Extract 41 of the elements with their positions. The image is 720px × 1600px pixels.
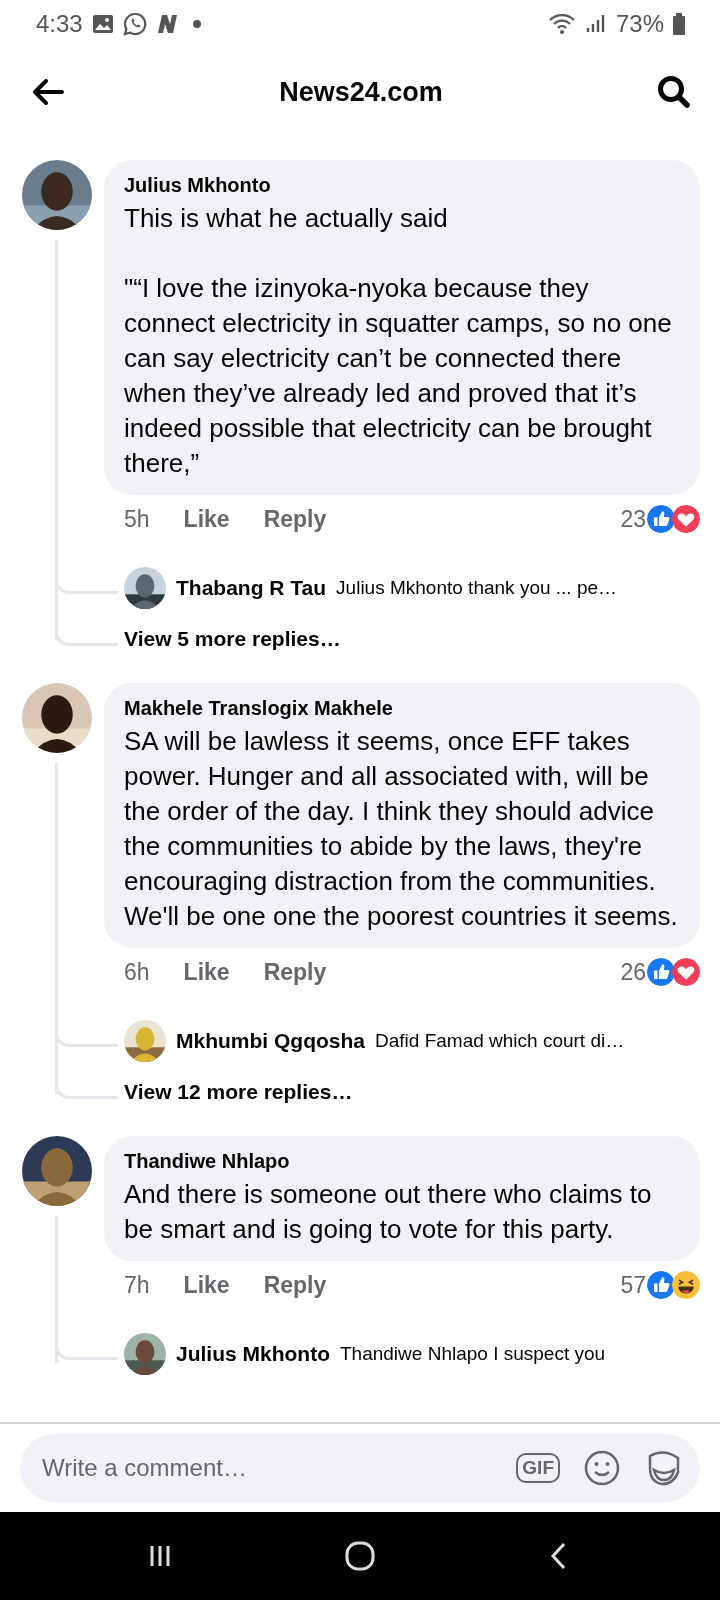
reply-text: Dafid Famad which court di… bbox=[375, 1030, 625, 1052]
reaction-count: 57 bbox=[620, 1271, 646, 1299]
like-icon bbox=[647, 1271, 675, 1299]
page-title: News24.com bbox=[279, 76, 443, 108]
reaction-count: 23 bbox=[620, 505, 646, 533]
reply-button[interactable]: Reply bbox=[263, 958, 327, 986]
reply-author[interactable]: Julius Mkhonto bbox=[176, 1342, 330, 1366]
comment-field[interactable]: Write a comment… GIF bbox=[20, 1434, 700, 1502]
comment-text: This is what he actually said "“I love the izinyoka-nyoka because they connect electricity in squatter camps, so no one can say electricity can’t be connected there when they’ve already led and proved that it’s indeed possible that electricity can be brought there,” bbox=[124, 202, 673, 480]
reply-text: Thandiwe Nhlapo I suspect you bbox=[340, 1343, 606, 1365]
like-icon bbox=[647, 505, 675, 533]
comment-time: 6h bbox=[124, 958, 150, 986]
image-icon bbox=[90, 12, 115, 36]
comment-time: 7h bbox=[124, 1271, 150, 1299]
comment-author[interactable]: Thandiwe Nhlapo bbox=[124, 1150, 678, 1173]
comment-text: SA will be lawless it seems, once EFF takes power. Hunger and all associated with, will be the order of the day. I think they should advice the communities to abide by the laws, they're encouraging distraction from the communities. We'll be one one the poorest countries it seems. bbox=[124, 725, 678, 933]
reply-author[interactable]: Mkhumbi Qgqosha bbox=[176, 1029, 365, 1053]
reply-button[interactable]: Reply bbox=[263, 1271, 327, 1299]
chat-bubble-icon bbox=[122, 12, 147, 36]
like-button[interactable]: Like bbox=[183, 1271, 230, 1299]
gif-button[interactable]: GIF bbox=[516, 1453, 560, 1483]
comment-author[interactable]: Makhele Translogix Makhele bbox=[124, 697, 678, 720]
comment-time: 5h bbox=[124, 505, 150, 533]
view-more-replies-link[interactable]: View 12 more replies… bbox=[124, 1078, 353, 1106]
dot-icon bbox=[192, 20, 201, 28]
reply-text: Julius Mkhonto thank you ... pe… bbox=[336, 577, 618, 599]
reply-author[interactable]: Thabang R Tau bbox=[176, 576, 327, 600]
reaction-count: 26 bbox=[620, 958, 646, 986]
like-icon bbox=[647, 958, 675, 986]
status-time: 4:33 bbox=[36, 10, 83, 38]
comment-author[interactable]: Julius Mkhonto bbox=[124, 174, 678, 197]
reply-button[interactable]: Reply bbox=[263, 505, 327, 533]
view-more-replies-link[interactable]: View 5 more replies… bbox=[124, 625, 341, 653]
battery-percent: 73% bbox=[615, 10, 664, 38]
like-button[interactable]: Like bbox=[183, 958, 230, 986]
comment-text: And there is someone out there who claims to be smart and is going to vote for this party. bbox=[124, 1178, 653, 1246]
smiley-icon[interactable] bbox=[582, 1448, 622, 1488]
battery-icon bbox=[672, 12, 686, 36]
laughing-emoji-icon bbox=[672, 1271, 700, 1299]
wifi-icon bbox=[547, 12, 576, 36]
like-button[interactable]: Like bbox=[183, 505, 230, 533]
